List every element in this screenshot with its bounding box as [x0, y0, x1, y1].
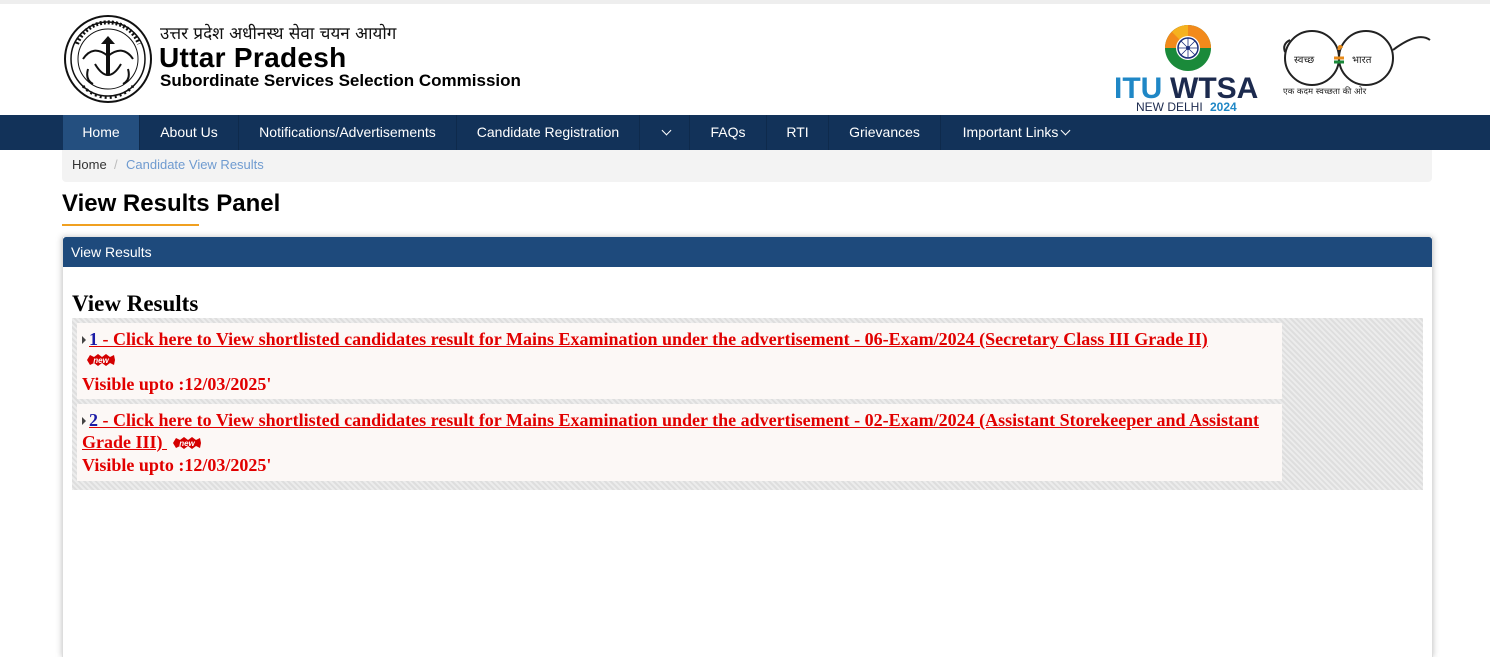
main-navigation: Home About Us Notifications/Advertisemen…	[0, 115, 1490, 150]
breadcrumb-home[interactable]: Home	[72, 150, 107, 180]
new-badge-text: new	[93, 356, 109, 365]
itu-year-text: 2024	[1210, 100, 1237, 114]
up-government-emblem-icon[interactable]	[63, 14, 153, 104]
arrow-bullet-icon	[82, 336, 86, 344]
results-panel: View Results View Results 1 - Click here…	[62, 237, 1433, 657]
new-badge-icon: new	[87, 354, 115, 366]
panel-header: View Results	[63, 237, 1432, 267]
bharat-word: भारत	[1352, 55, 1372, 66]
nav-more-dropdown[interactable]	[640, 115, 690, 150]
nav-faqs[interactable]: FAQs	[690, 115, 767, 150]
nav-faqs-label: FAQs	[710, 124, 746, 140]
breadcrumb-separator: /	[114, 157, 118, 172]
nav-important-links[interactable]: Important Links	[941, 115, 1091, 150]
result-link-1[interactable]: 1 - Click here to View shortlisted candi…	[82, 328, 1272, 350]
visible-upto-text: Visible upto :12/03/2025'	[82, 455, 272, 475]
new-badge-text: new	[179, 439, 195, 448]
title-underline	[62, 224, 199, 226]
result-text: - Click here to View shortlisted candida…	[82, 410, 1259, 452]
swachh-bharat-logo-icon[interactable]: स्वच्छ भारत एक कदम स्वच्छता की ओर	[1278, 26, 1434, 100]
results-list: 1 - Click here to View shortlisted candi…	[72, 318, 1423, 490]
visible-upto-text: Visible upto :12/03/2025'	[82, 374, 272, 394]
nav-home[interactable]: Home	[63, 115, 140, 150]
new-badge-icon: new	[173, 437, 201, 449]
result-number: 2	[89, 410, 98, 430]
nav-candidate-registration[interactable]: Candidate Registration	[457, 115, 640, 150]
result-link-2[interactable]: 2 - Click here to View shortlisted candi…	[82, 409, 1272, 453]
nav-notifications-label: Notifications/Advertisements	[259, 124, 436, 140]
nav-about-us[interactable]: About Us	[140, 115, 239, 150]
itu-wtsa-logo-icon[interactable]: ITU WTSA NEW DELHI 2024	[1112, 22, 1264, 114]
nav-notifications[interactable]: Notifications/Advertisements	[239, 115, 457, 150]
nav-grievances-label: Grievances	[849, 124, 920, 140]
nav-about-us-label: About Us	[160, 124, 218, 140]
results-heading: View Results	[72, 291, 199, 316]
result-number: 1	[89, 329, 98, 349]
nav-rti[interactable]: RTI	[767, 115, 829, 150]
chevron-down-icon	[661, 125, 672, 136]
org-title: Uttar Pradesh	[159, 42, 347, 73]
site-header: उत्तर प्रदेश अधीनस्थ सेवा चयन आयोग Uttar…	[0, 4, 1490, 115]
nav-important-links-label: Important Links	[962, 124, 1059, 140]
arrow-bullet-icon	[82, 417, 86, 425]
result-item: 1 - Click here to View shortlisted candi…	[77, 323, 1282, 399]
breadcrumb-current: Candidate View Results	[126, 157, 264, 172]
breadcrumb: Home / Candidate View Results	[62, 150, 1432, 182]
chevron-down-icon	[1060, 125, 1071, 136]
nav-candidate-registration-label: Candidate Registration	[476, 124, 620, 140]
nav-grievances[interactable]: Grievances	[829, 115, 941, 150]
nav-home-label: Home	[82, 124, 120, 140]
panel-header-label: View Results	[71, 244, 152, 260]
nav-rti-label: RTI	[786, 124, 809, 140]
hindi-org-title: उत्तर प्रदेश अधीनस्थ सेवा चयन आयोग	[160, 24, 397, 44]
swachh-word: स्वच्छ	[1294, 55, 1314, 66]
page-title: View Results Panel	[62, 190, 281, 217]
itu-city-text: NEW DELHI	[1136, 100, 1203, 114]
org-subtitle: Subordinate Services Selection Commissio…	[160, 71, 521, 90]
swachh-tagline: एक कदम स्वच्छता की ओर	[1283, 86, 1367, 97]
result-item: 2 - Click here to View shortlisted candi…	[77, 404, 1282, 481]
result-text: - Click here to View shortlisted candida…	[98, 329, 1208, 349]
